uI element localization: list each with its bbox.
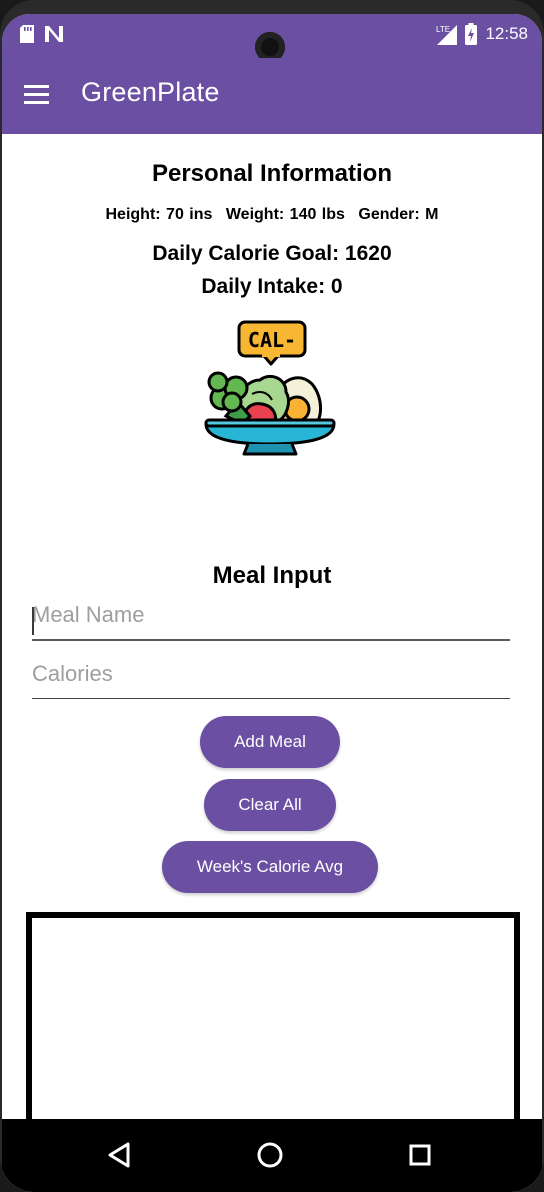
- system-nav-bar: [2, 1119, 542, 1192]
- cal-badge: CAL-: [237, 320, 307, 366]
- notification-n-icon: [45, 26, 63, 42]
- week-calorie-avg-button[interactable]: Week's Calorie Avg: [162, 841, 378, 893]
- meal-input-heading: Meal Input: [212, 562, 332, 589]
- lte-signal-icon: LTE: [436, 25, 458, 45]
- calories-underline: [32, 698, 510, 699]
- app-bar: GreenPlate: [2, 58, 542, 134]
- calories-field[interactable]: [32, 653, 510, 699]
- meal-name-underline: [32, 639, 510, 641]
- meal-name-field[interactable]: [32, 594, 510, 640]
- body-stats: Height: 70 ins Weight: 140 lbs Gender: M: [2, 206, 542, 224]
- status-time: 12:58: [485, 24, 528, 43]
- screen: LTE 12:58 GreenPlate Personal Informatio…: [2, 14, 542, 1192]
- hamburger-menu-icon[interactable]: [24, 84, 52, 106]
- clear-all-button[interactable]: Clear All: [204, 779, 336, 831]
- svg-text:CAL-: CAL-: [248, 328, 296, 352]
- weight-value: Weight: 140 lbs: [225, 206, 345, 223]
- personal-info-heading: Personal Information: [151, 160, 393, 187]
- app-title: GreenPlate: [81, 77, 220, 107]
- battery-charging-icon: [465, 23, 478, 45]
- main-content: Personal Information Height: 70 ins Weig…: [2, 134, 542, 1158]
- status-left-icons: [20, 25, 64, 43]
- svg-text:LTE: LTE: [436, 25, 450, 34]
- device-frame: LTE 12:58 GreenPlate Personal Informatio…: [0, 0, 544, 1192]
- home-circle-icon[interactable]: [252, 1137, 288, 1173]
- height-value: Height: 70 ins: [105, 206, 213, 223]
- text-cursor: [32, 607, 34, 635]
- status-bar: LTE 12:58: [2, 14, 542, 62]
- daily-intake: Daily Intake: 0: [201, 275, 343, 298]
- back-triangle-icon[interactable]: [102, 1137, 138, 1173]
- daily-calorie-goal: Daily Calorie Goal: 1620: [152, 242, 392, 265]
- status-right-icons: LTE 12:58: [435, 23, 528, 45]
- gender-value: Gender: M: [358, 206, 439, 223]
- sd-card-icon: [20, 25, 34, 43]
- salad-bowl-icon: CAL-: [200, 320, 340, 460]
- recents-square-icon[interactable]: [402, 1137, 438, 1173]
- add-meal-button[interactable]: Add Meal: [200, 716, 340, 768]
